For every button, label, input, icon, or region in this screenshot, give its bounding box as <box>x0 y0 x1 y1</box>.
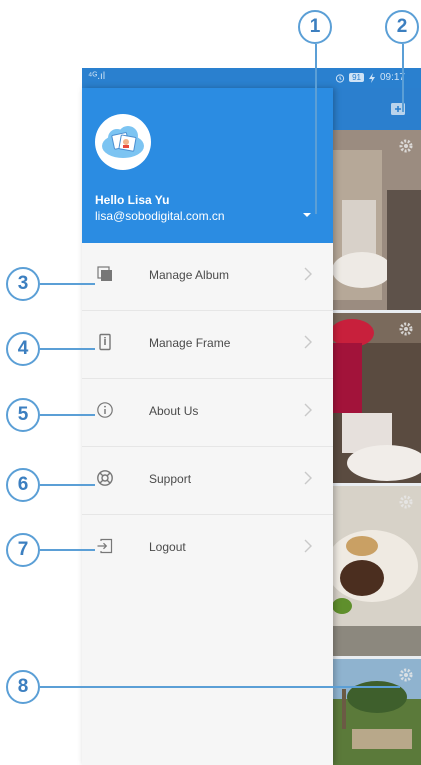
menu-label-support: Support <box>149 472 192 486</box>
menu-item-manage-frame[interactable]: Manage Frame <box>82 311 333 379</box>
chevron-right-icon <box>304 539 312 553</box>
album-stack-icon <box>97 266 112 281</box>
callout-4: 4 <box>6 332 40 366</box>
photo-tile-park[interactable] <box>332 659 421 765</box>
chevron-right-icon <box>304 403 312 417</box>
info-circle-icon <box>97 402 113 418</box>
drawer-header: Hello Lisa Yu lisa@sobodigital.com.cn <box>82 88 333 243</box>
status-right-group: 91 09:17 <box>335 72 405 83</box>
callout-1: 1 <box>298 10 332 44</box>
user-name: Hello Lisa Yu <box>95 193 170 207</box>
menu-item-logout[interactable]: Logout <box>82 515 333 583</box>
callout-leader-5 <box>40 414 95 416</box>
callout-5: 5 <box>6 398 40 432</box>
signal-indicator: ⁴ᴳ.ıl <box>88 71 106 82</box>
chevron-right-icon <box>304 471 312 485</box>
battery-indicator: 91 <box>349 73 364 82</box>
lifebuoy-icon <box>97 470 113 486</box>
menu-item-support[interactable]: Support <box>82 447 333 515</box>
logout-icon <box>97 538 113 554</box>
callout-3: 3 <box>6 267 40 301</box>
avatar[interactable] <box>95 114 151 170</box>
callout-2: 2 <box>385 10 419 44</box>
callout-leader-6 <box>40 484 95 486</box>
menu-label-about-us: About Us <box>149 404 199 418</box>
gear-icon[interactable] <box>398 494 414 510</box>
callout-6: 6 <box>6 468 40 502</box>
callout-leader-2 <box>402 44 404 112</box>
photo-tile-dessert[interactable] <box>332 130 421 310</box>
menu-label-manage-frame: Manage Frame <box>149 336 231 350</box>
status-bar: ⁴ᴳ.ıl 91 09:17 <box>82 68 421 88</box>
callout-leader-4 <box>40 348 95 350</box>
gear-icon[interactable] <box>398 138 414 154</box>
gear-icon[interactable] <box>398 667 414 683</box>
photo-tile-steak[interactable] <box>332 486 421 656</box>
charging-icon <box>368 72 375 83</box>
menu-label-manage-album: Manage Album <box>149 268 230 282</box>
gear-icon[interactable] <box>398 321 414 337</box>
frame-device-icon <box>99 333 111 351</box>
user-email: lisa@sobodigital.com.cn <box>95 209 225 223</box>
chevron-right-icon <box>304 335 312 349</box>
callout-7: 7 <box>6 533 40 567</box>
callout-8: 8 <box>6 670 40 704</box>
navigation-drawer: Hello Lisa Yu lisa@sobodigital.com.cn Ma… <box>82 88 333 765</box>
account-dropdown-icon[interactable] <box>300 210 314 220</box>
alarm-icon <box>335 73 345 83</box>
chevron-right-icon <box>304 267 312 281</box>
callout-leader-1 <box>315 44 317 214</box>
menu-label-logout: Logout <box>149 540 186 554</box>
callout-leader-3 <box>40 283 95 285</box>
menu-item-about-us[interactable]: About Us <box>82 379 333 447</box>
menu-item-manage-album[interactable]: Manage Album <box>82 243 333 311</box>
photo-tile-cake[interactable] <box>332 313 421 483</box>
callout-leader-7 <box>40 549 95 551</box>
callout-leader-8 <box>40 686 400 688</box>
